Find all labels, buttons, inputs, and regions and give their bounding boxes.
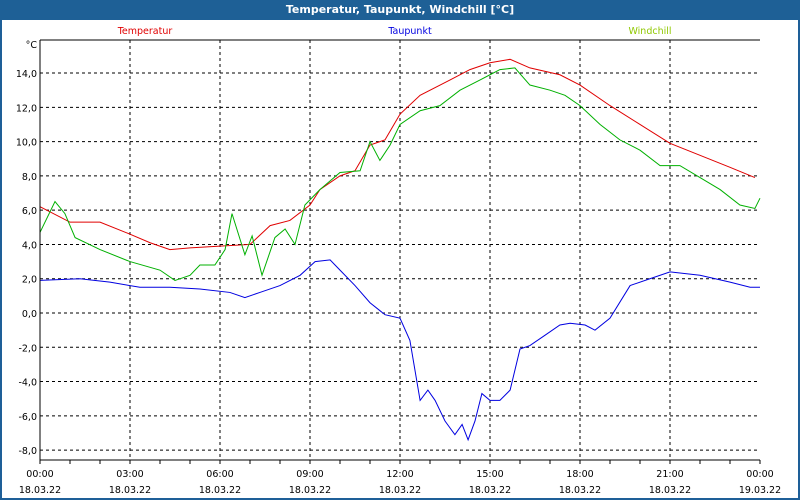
y-tick-label: 2,0 (22, 275, 37, 286)
x-tick-date: 18.03.22 (289, 485, 331, 496)
x-tick-time: 15:00 (476, 469, 503, 480)
y-tick-label: 8,0 (22, 172, 37, 183)
legend-temperatur: Temperatur (117, 26, 173, 37)
line-chart: 14,0 12,0 10,0 8,0 6,0 4,0 2,0 0,0 -2,0 -4,0 -6,0 -… (16, 26, 781, 496)
x-tick-date: 18.03.22 (559, 485, 601, 496)
x-tick-time: 06:00 (206, 469, 233, 480)
x-tick-date: 18.03.22 (109, 485, 151, 496)
x-tick-time: 09:00 (296, 469, 323, 480)
x-tick-date: 18.03.22 (649, 485, 691, 496)
legend-taupunkt: Taupunkt (387, 26, 432, 37)
y-tick-label: 0,0 (22, 309, 37, 320)
y-tick-label: 4,0 (22, 240, 37, 251)
x-tick-time: 00:00 (26, 469, 53, 480)
x-tick-time: 03:00 (116, 469, 143, 480)
y-tick-label: 12,0 (16, 103, 37, 114)
y-tick-label: 10,0 (16, 138, 37, 149)
x-tick-time: 18:00 (566, 469, 593, 480)
x-tick-date: 18.03.22 (199, 485, 241, 496)
legend-windchill: Windchill (628, 26, 671, 37)
y-tick-label: -2,0 (18, 343, 37, 354)
y-tick-label: -6,0 (18, 412, 37, 423)
series-line-temperatur (39, 58, 756, 251)
y-tick-label: 14,0 (16, 69, 37, 80)
chart-window: Temperatur, Taupunkt, Windchill [°C] 14,… (0, 0, 800, 500)
x-tick-time: 21:00 (656, 469, 683, 480)
x-tick-time: 12:00 (386, 469, 413, 480)
x-tick-date: 19.03.22 (739, 485, 781, 496)
y-axis-label: °C (26, 40, 38, 51)
x-tick-time: 00:00 (746, 469, 773, 480)
y-tick-label: -8,0 (18, 446, 37, 457)
y-tick-label: -4,0 (18, 378, 37, 389)
y-tick-label: 6,0 (22, 206, 37, 217)
x-tick-date: 18.03.22 (469, 485, 511, 496)
x-tick-date: 18.03.22 (19, 485, 61, 496)
x-tick-date: 18.03.22 (379, 485, 421, 496)
